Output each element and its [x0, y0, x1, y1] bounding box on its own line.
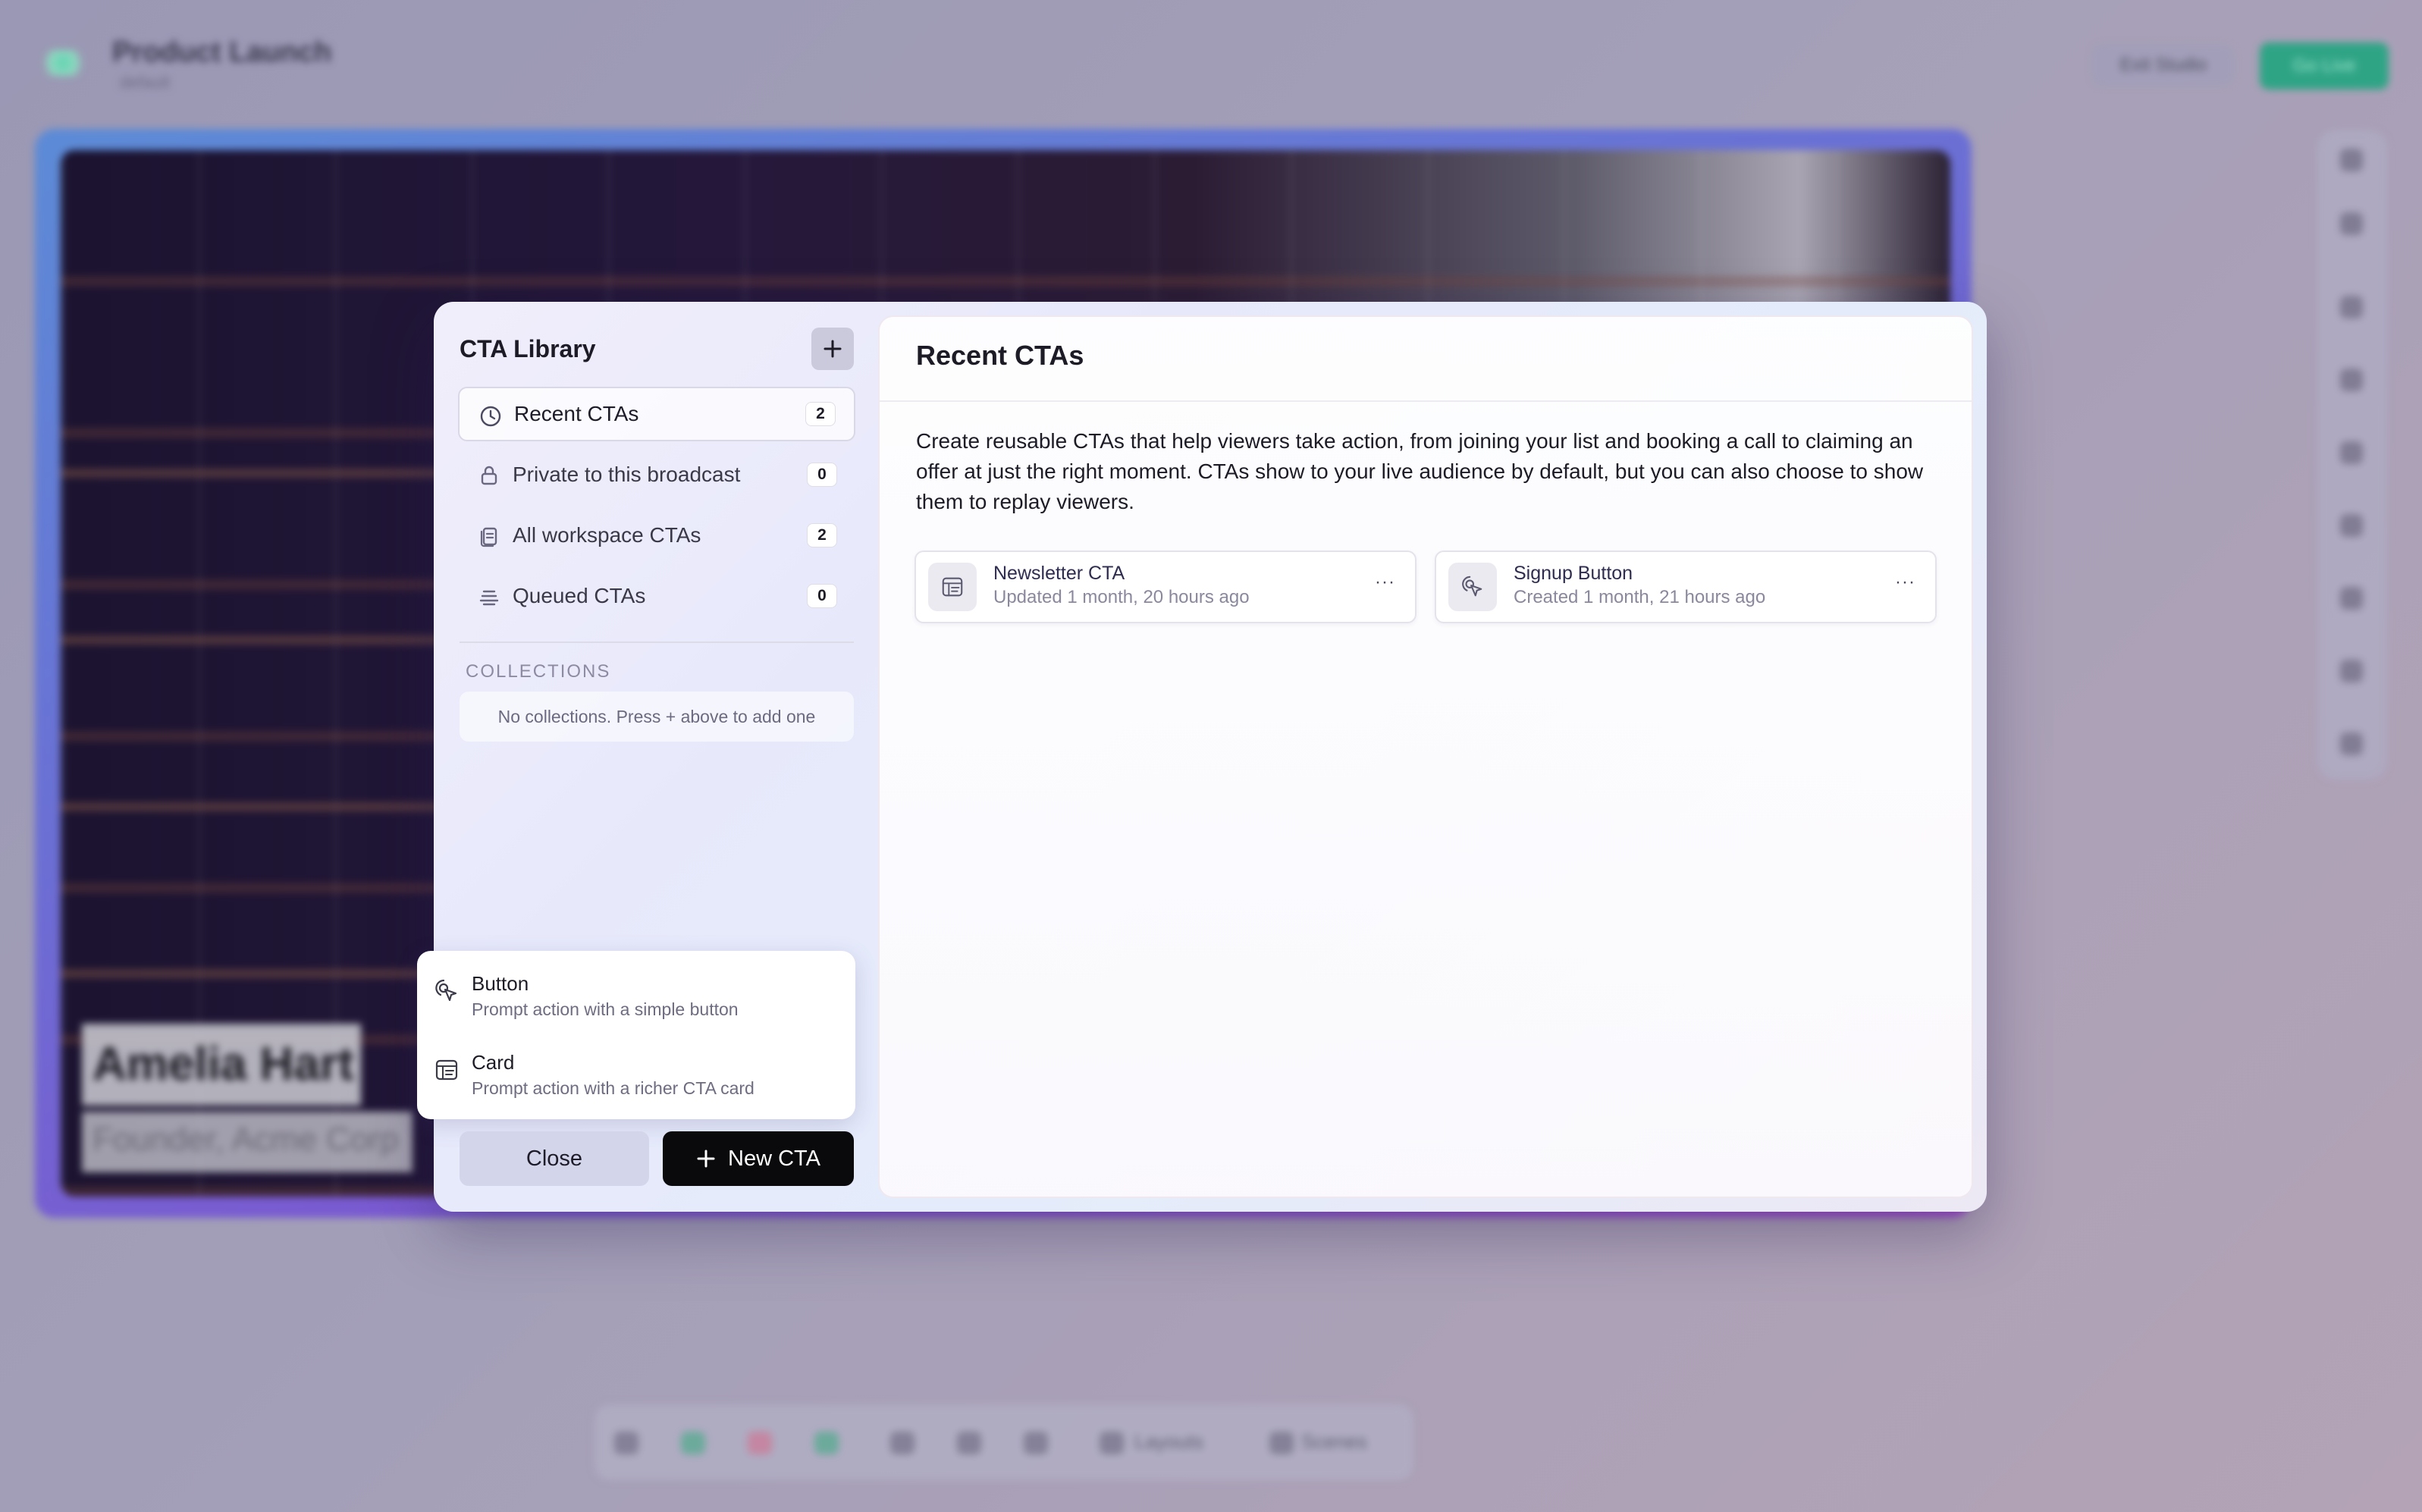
- files-icon: [480, 527, 497, 547]
- record-icon[interactable]: [748, 1432, 772, 1454]
- cta-name: Signup Button: [1514, 563, 1633, 584]
- layout-icon[interactable]: [1100, 1432, 1124, 1454]
- clock-icon: [480, 406, 501, 427]
- nav-label: Private to this broadcast: [513, 463, 741, 486]
- nav-recent-ctas[interactable]: Recent CTAs 2: [458, 387, 855, 441]
- mic-icon[interactable]: [681, 1432, 705, 1454]
- camera-icon[interactable]: [614, 1432, 638, 1454]
- more-options-icon[interactable]: ···: [1375, 572, 1395, 593]
- cta-updated: Updated 1 month, 20 hours ago: [993, 587, 1250, 607]
- nav-private-broadcast[interactable]: Private to this broadcast 0: [458, 447, 855, 502]
- cta-created: Created 1 month, 21 hours ago: [1514, 587, 1766, 607]
- nav-count: 0: [807, 584, 837, 608]
- scenes-menu[interactable]: Scenes: [1301, 1430, 1367, 1454]
- nav-count: 0: [807, 463, 837, 487]
- plus-icon: [697, 1150, 715, 1168]
- go-live-label: Go Live: [2292, 55, 2356, 76]
- collections-empty-state: No collections. Press + above to add one: [460, 692, 854, 742]
- pointer-icon: [435, 979, 457, 1002]
- panel-divider: [880, 400, 1972, 402]
- add-collection-button[interactable]: [811, 328, 854, 370]
- toolbar-icon[interactable]: [2340, 660, 2363, 682]
- nav-count: 2: [805, 402, 836, 426]
- menu-item-label: Card: [472, 1051, 515, 1074]
- new-cta-type-menu: Button Prompt action with a simple butto…: [417, 951, 855, 1119]
- cta-sidebar: CTA Library Recent CTAs 2 Private to thi…: [417, 302, 858, 1212]
- app-topbar: Product Launch default Exit Studio Go Li…: [0, 0, 2422, 129]
- menu-item-button[interactable]: Button Prompt action with a simple butto…: [417, 954, 855, 1030]
- toolbar-icon[interactable]: [2340, 441, 2363, 464]
- broadcast-title: Product Launch: [112, 36, 332, 68]
- exit-studio-label: Exit Studio: [2119, 55, 2207, 75]
- toolbar-icon[interactable]: [2340, 514, 2363, 537]
- toolbar-icon[interactable]: [2340, 296, 2363, 318]
- new-cta-button[interactable]: New CTA: [663, 1131, 854, 1186]
- cta-card-signup[interactable]: Signup Button Created 1 month, 21 hours …: [1435, 551, 1937, 623]
- toolbar-icon[interactable]: [2340, 369, 2363, 391]
- nav-label: Recent CTAs: [514, 402, 639, 425]
- screen-icon[interactable]: [1024, 1432, 1048, 1454]
- go-live-button[interactable]: Go Live: [2260, 42, 2389, 89]
- cta-main-panel: Recent CTAs Create reusable CTAs that he…: [878, 315, 1973, 1198]
- collections-heading: COLLECTIONS: [466, 661, 611, 682]
- nav-count: 2: [807, 523, 837, 547]
- cta-library-modal: CTA Library Recent CTAs 2 Private to thi…: [417, 302, 1987, 1212]
- share-icon[interactable]: [814, 1432, 839, 1454]
- pointer-icon: [1462, 576, 1482, 597]
- plus-icon: [824, 340, 842, 358]
- cta-name: Newsletter CTA: [993, 563, 1125, 584]
- brush-icon[interactable]: [2340, 212, 2363, 235]
- nav-label: All workspace CTAs: [513, 523, 701, 547]
- library-title: CTA Library: [460, 335, 596, 362]
- menu-item-label: Button: [472, 972, 529, 995]
- toolbar-icon[interactable]: [2340, 149, 2363, 171]
- panel-title: Recent CTAs: [916, 340, 1084, 371]
- presenter-name: Amelia Hart: [93, 1038, 354, 1090]
- layouts-menu[interactable]: Layouts: [1134, 1430, 1203, 1454]
- card-icon: [435, 1059, 458, 1081]
- menu-item-description: Prompt action with a richer CTA card: [472, 1078, 755, 1098]
- menu-item-description: Prompt action with a simple button: [472, 999, 739, 1019]
- more-options-icon[interactable]: ···: [1895, 572, 1915, 593]
- menu-item-card[interactable]: Card Prompt action with a richer CTA car…: [417, 1033, 855, 1109]
- broadcast-subtitle: default: [120, 73, 171, 92]
- nav-queued-ctas[interactable]: Queued CTAs 0: [458, 569, 855, 623]
- lock-icon: [481, 466, 497, 485]
- stack-icon: [479, 590, 499, 606]
- toolbar-icon[interactable]: [2340, 732, 2363, 755]
- panel-description: Create reusable CTAs that help viewers t…: [916, 429, 1924, 513]
- cta-type-icon: [928, 563, 977, 611]
- new-cta-label: New CTA: [728, 1146, 820, 1171]
- nav-label: Queued CTAs: [513, 584, 646, 607]
- toolbar-icon[interactable]: [2340, 587, 2363, 610]
- scenes-icon[interactable]: [1269, 1432, 1294, 1454]
- nav-all-workspace[interactable]: All workspace CTAs 2: [458, 508, 855, 563]
- cta-card-newsletter[interactable]: Newsletter CTA Updated 1 month, 20 hours…: [915, 551, 1416, 623]
- close-button[interactable]: Close: [460, 1131, 649, 1186]
- chat-icon[interactable]: [890, 1432, 915, 1454]
- presenter-role: Founder, Acme Corp: [93, 1121, 399, 1158]
- app-logo: [39, 50, 86, 76]
- card-icon: [942, 577, 963, 597]
- pointer-icon[interactable]: [957, 1432, 981, 1454]
- exit-studio-button[interactable]: Exit Studio: [2093, 45, 2234, 85]
- cta-type-icon: [1448, 563, 1497, 611]
- sidebar-divider: [460, 642, 854, 643]
